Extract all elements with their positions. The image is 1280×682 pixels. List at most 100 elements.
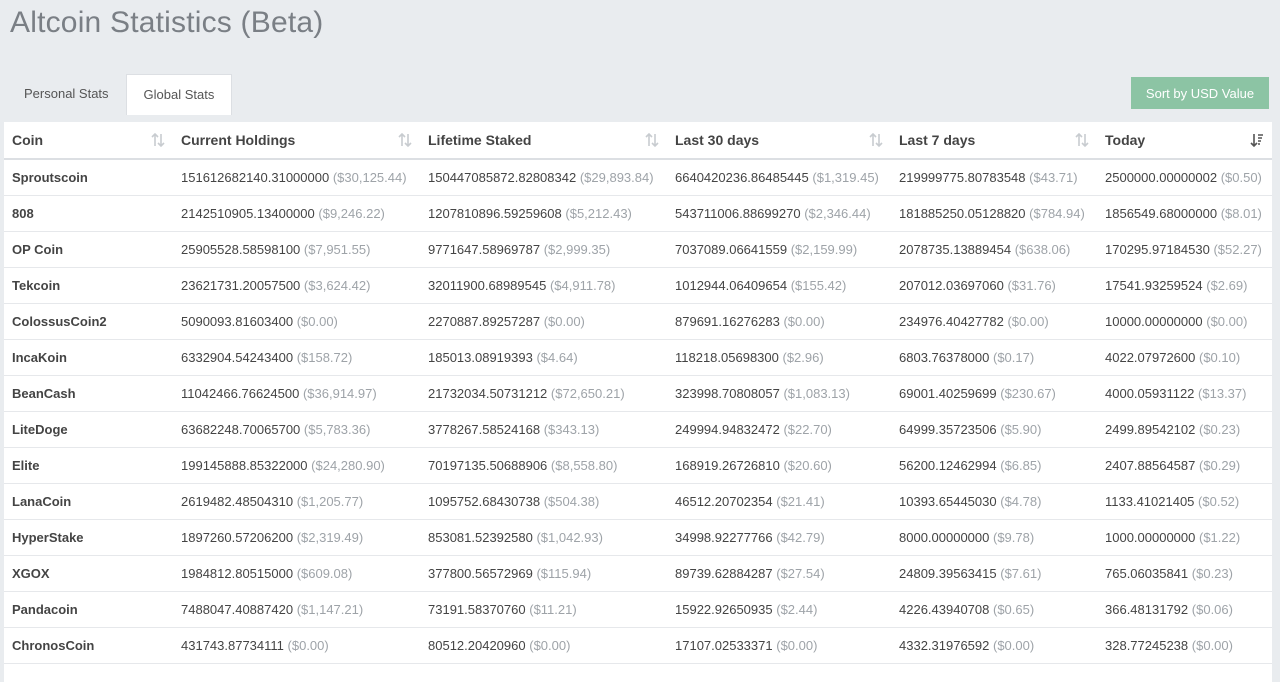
coin-amount: 170295.97184530 — [1105, 241, 1210, 257]
cell-last-7-days: 181885250.05128820 ($784.94) — [891, 195, 1097, 232]
usd-value: ($5,783.36) — [303, 421, 371, 437]
cell-coin-name: HyperStake — [4, 519, 173, 556]
stats-tabs: Personal Stats Global Stats — [7, 74, 233, 115]
coin-amount: 17107.02533371 — [675, 637, 773, 653]
cell-coin-name: IncaKoin — [4, 339, 173, 376]
usd-value: ($4,911.78) — [549, 277, 616, 293]
cell-last-30-days: 543711006.88699270 ($2,346.44) — [667, 195, 891, 232]
column-header-last-30-days[interactable]: Last 30 days — [667, 122, 891, 160]
usd-value: ($2,159.99) — [790, 241, 858, 257]
usd-value: ($784.94) — [1029, 205, 1085, 221]
usd-value: ($43.71) — [1029, 169, 1078, 185]
cell-coin-name: ChronosCoin — [4, 627, 173, 664]
usd-value: ($2,346.44) — [804, 205, 871, 221]
coin-amount: 2499.89542102 — [1105, 421, 1196, 437]
coin-amount: 4226.43940708 — [899, 601, 990, 617]
cell-coin-name: ColossusCoin2 — [4, 303, 173, 340]
column-header-last-7-days[interactable]: Last 7 days — [891, 122, 1097, 160]
usd-value: ($8,558.80) — [550, 457, 618, 473]
cell-last-30-days: 879691.16276283 ($0.00) — [667, 303, 891, 340]
table-row: BeanCash 11042466.76624500 ($36,914.97) 21… — [4, 375, 1272, 412]
cell-today: 1856549.68000000 ($8.01) — [1097, 195, 1272, 232]
sort-by-usd-button[interactable]: Sort by USD Value — [1131, 77, 1269, 109]
cell-today: 4022.07972600 ($0.10) — [1097, 339, 1272, 376]
coin-amount: 10000.00000000 — [1105, 313, 1203, 329]
usd-value: ($72,650.21) — [550, 385, 625, 401]
column-header-today[interactable]: Today — [1097, 122, 1272, 160]
usd-value: ($29,893.84) — [579, 169, 654, 185]
table-row: 808 2142510905.13400000 ($9,246.22) 120781… — [4, 195, 1272, 232]
cell-coin-name: Elite — [4, 447, 173, 484]
coin-amount: 2078735.13889454 — [899, 241, 1012, 257]
cell-lifetime-staked: 70197135.50688906 ($8,558.80) — [420, 447, 667, 484]
coin-amount: 2619482.48504310 — [181, 493, 294, 509]
usd-value: ($0.00) — [1191, 637, 1233, 653]
coin-amount: 543711006.88699270 — [675, 205, 801, 221]
coin-amount: 199145888.85322000 — [181, 457, 308, 473]
tab-personal-stats[interactable]: Personal Stats — [7, 74, 126, 114]
cell-last-30-days: 323998.70808057 ($1,083.13) — [667, 375, 891, 412]
cell-lifetime-staked: 21732034.50731212 ($72,650.21) — [420, 375, 667, 412]
coin-amount: 1207810896.59259608 — [428, 205, 562, 221]
usd-value: ($0.23) — [1199, 421, 1241, 437]
cell-last-30-days: 89739.62884287 ($27.54) — [667, 555, 891, 592]
usd-value: ($0.00) — [543, 313, 585, 329]
coin-amount: 6332904.54243400 — [181, 349, 294, 365]
cell-lifetime-staked: 185013.08919393 ($4.64) — [420, 339, 667, 376]
cell-lifetime-staked: 3778267.58524168 ($343.13) — [420, 411, 667, 448]
cell-last-30-days: 34998.92277766 ($42.79) — [667, 519, 891, 556]
usd-value: ($36,914.97) — [302, 385, 377, 401]
usd-value: ($2.69) — [1206, 277, 1248, 293]
coin-amount: 1133.41021405 — [1105, 493, 1195, 509]
column-header-coin[interactable]: Coin — [4, 122, 173, 160]
cell-today: 10000.00000000 ($0.00) — [1097, 303, 1272, 340]
usd-value: ($3,624.42) — [303, 277, 371, 293]
cell-last-30-days: 1012944.06409654 ($155.42) — [667, 267, 891, 304]
column-header-label: Current Holdings — [181, 132, 296, 148]
column-header-lifetime-staked[interactable]: Lifetime Staked — [420, 122, 667, 160]
cell-last-7-days: 207012.03697060 ($31.76) — [891, 267, 1097, 304]
coin-amount: 9771647.58969787 — [428, 241, 541, 257]
table-row: HyperStake 1897260.57206200 ($2,319.49) 85… — [4, 519, 1272, 556]
sort-desc-icon — [1250, 134, 1263, 148]
cell-current-holdings: 1984812.80515000 ($609.08) — [173, 555, 420, 592]
coin-amount: 15922.92650935 — [675, 601, 773, 617]
tab-global-stats[interactable]: Global Stats — [125, 74, 233, 115]
usd-value: ($0.00) — [296, 313, 338, 329]
coin-amount: 1000.00000000 — [1105, 529, 1196, 545]
cell-current-holdings: 11042466.76624500 ($36,914.97) — [173, 375, 420, 412]
usd-value: ($115.94) — [536, 565, 592, 581]
usd-value: ($1,083.13) — [783, 385, 850, 401]
usd-value: ($1,319.45) — [812, 169, 879, 185]
coin-amount: 323998.70808057 — [675, 385, 780, 401]
coin-amount: 765.06035841 — [1105, 565, 1189, 581]
coin-amount: 2270887.89257287 — [428, 313, 541, 329]
coin-amount: 181885250.05128820 — [899, 205, 1026, 221]
table-row: LanaCoin 2619482.48504310 ($1,205.77) 1095… — [4, 483, 1272, 520]
usd-value: ($52.27) — [1213, 241, 1262, 257]
table-row: Pandacoin 7488047.40887420 ($1,147.21) 731… — [4, 591, 1272, 628]
usd-value: ($4.64) — [536, 349, 578, 365]
usd-value: ($1,205.77) — [296, 493, 364, 509]
coin-amount: 2142510905.13400000 — [181, 205, 315, 221]
column-header-label: Lifetime Staked — [428, 132, 532, 148]
coin-amount: 1095752.68430738 — [428, 493, 541, 509]
usd-value: ($0.29) — [1199, 457, 1241, 473]
cell-current-holdings: 151612682140.31000000 ($30,125.44) — [173, 159, 420, 196]
coin-amount: 80512.20420960 — [428, 637, 526, 653]
cell-today: 2499.89542102 ($0.23) — [1097, 411, 1272, 448]
coin-amount: 431743.87734111 — [181, 637, 284, 653]
usd-value: ($0.52) — [1198, 493, 1240, 509]
cell-today: 765.06035841 ($0.23) — [1097, 555, 1272, 592]
usd-value: ($2.96) — [782, 349, 824, 365]
coin-amount: 219999775.80783548 — [899, 169, 1026, 185]
table-row: IncaKoin 6332904.54243400 ($158.72) 185013… — [4, 339, 1272, 376]
coin-amount: 2407.88564587 — [1105, 457, 1196, 473]
column-header-current-holdings[interactable]: Current Holdings — [173, 122, 420, 160]
coin-amount: 63682248.70065700 — [181, 421, 301, 437]
cell-lifetime-staked: 150447085872.82808342 ($29,893.84) — [420, 159, 667, 196]
stats-table-container: Coin Current Holdings Lifetime Staked La… — [4, 122, 1272, 682]
cell-today: 1000.00000000 ($1.22) — [1097, 519, 1272, 556]
usd-value: ($0.17) — [993, 349, 1035, 365]
cell-lifetime-staked: 1095752.68430738 ($504.38) — [420, 483, 667, 520]
